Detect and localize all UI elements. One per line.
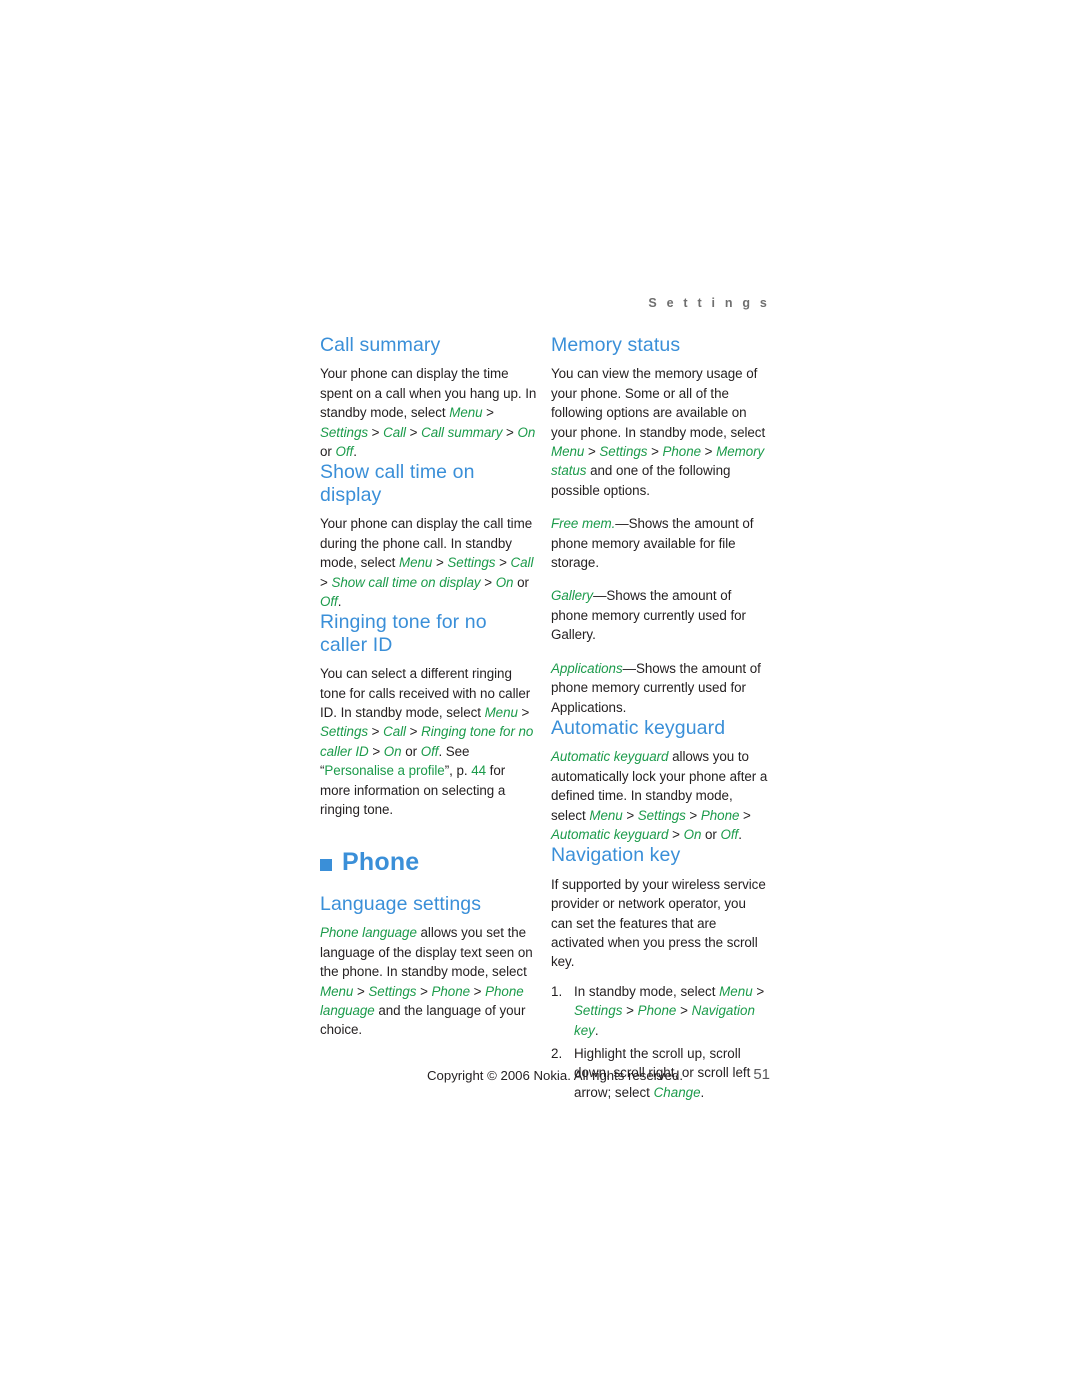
paragraph-call-summary: Your phone can display the time spent on… xyxy=(320,366,537,460)
manual-page: S e t t i n g s Call summary Your phone … xyxy=(0,0,1080,1397)
paragraph-applications: Applications—Shows the amount of phone m… xyxy=(551,660,761,715)
step-number: 1. xyxy=(551,983,563,999)
section-heading-ringing-tone: Ringing tone for no caller ID xyxy=(320,611,487,656)
step-text: In standby mode, select Menu > Settings … xyxy=(574,983,765,1038)
left-column: Call summary Your phone can display the … xyxy=(320,334,538,1040)
square-bullet-icon xyxy=(320,858,332,871)
section-heading-memory-status: Memory status xyxy=(551,334,681,356)
section-heading-call-summary: Call summary xyxy=(320,334,441,356)
paragraph-automatic-keyguard: Automatic keyguard allows you to automat… xyxy=(551,749,768,842)
navigation-key-steps: 1. In standby mode, select Menu > Settin… xyxy=(551,982,769,1102)
section-heading-language-settings: Language settings xyxy=(320,892,482,915)
right-column: Memory status You can view the memory us… xyxy=(551,334,769,1106)
paragraph-language-settings: Phone language allows you set the langua… xyxy=(320,925,533,1038)
paragraph-navigation-key: If supported by your wireless service pr… xyxy=(551,876,766,970)
running-head: S e t t i n g s xyxy=(648,296,770,310)
section-heading-show-call-time: Show call time on display xyxy=(320,461,475,506)
section-heading-navigation-key: Navigation key xyxy=(551,844,681,867)
step-number: 2. xyxy=(551,1046,563,1062)
paragraph-gallery: Gallery—Shows the amount of phone memory… xyxy=(551,588,746,643)
chapter-title-phone: Phone xyxy=(320,849,538,877)
paragraph-memory-status-intro: You can view the memory usage of your ph… xyxy=(551,366,766,498)
section-heading-automatic-keyguard: Automatic keyguard xyxy=(551,716,726,739)
paragraph-show-call-time: Your phone can display the call time dur… xyxy=(320,516,534,609)
paragraph-ringing-tone: You can select a different ringing tone … xyxy=(320,666,534,818)
chapter-heading: Phone xyxy=(342,848,420,877)
list-item: 1. In standby mode, select Menu > Settin… xyxy=(551,982,769,1040)
copyright-notice: Copyright © 2006 Nokia. All rights reser… xyxy=(427,1068,684,1083)
paragraph-free-mem: Free mem.—Shows the amount of phone memo… xyxy=(551,516,754,571)
page-number: 51 xyxy=(753,1066,770,1083)
